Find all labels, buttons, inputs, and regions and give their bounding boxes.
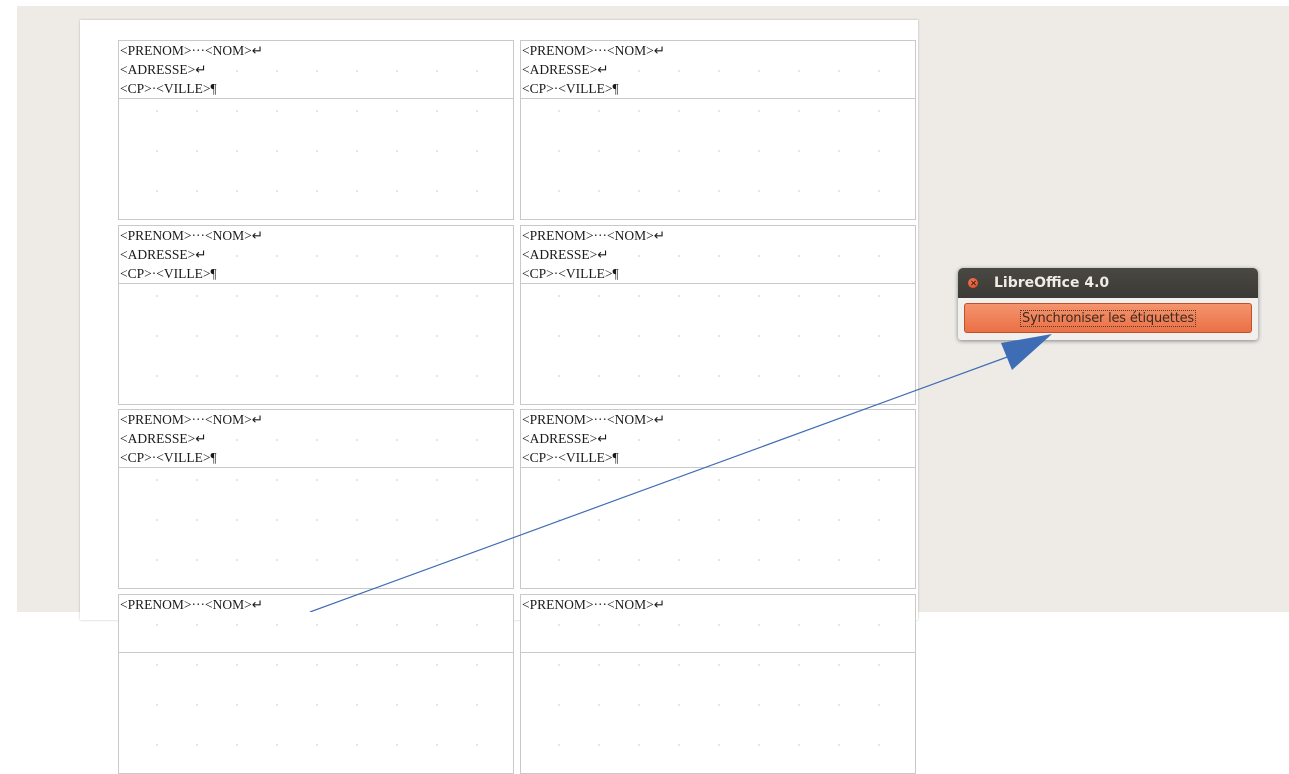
label-cell[interactable]: <PRENOM>···<NOM>↵ <ADRESSE>↵ <CP>·<VILLE…	[118, 40, 514, 220]
field-address: <ADRESSE>↵	[120, 247, 207, 262]
field-zip-city: <CP>·<VILLE>¶	[522, 81, 619, 96]
field-zip-city: <CP>·<VILLE>¶	[120, 266, 217, 281]
label-text-frame[interactable]: <PRENOM>···<NOM>↵	[119, 595, 513, 653]
field-address: <ADRESSE>↵	[522, 431, 609, 446]
field-address: <ADRESSE>↵	[120, 62, 207, 77]
label-text-frame[interactable]: <PRENOM>···<NOM>↵ <ADRESSE>↵ <CP>·<VILLE…	[119, 410, 513, 468]
field-name: <PRENOM>···<NOM>↵	[522, 43, 666, 58]
label-cell[interactable]: <PRENOM>···<NOM>↵ <ADRESSE>↵ <CP>·<VILLE…	[118, 225, 514, 405]
field-name: <PRENOM>···<NOM>↵	[120, 43, 264, 58]
label-cell[interactable]: <PRENOM>···<NOM>↵ <ADRESSE>↵ <CP>·<VILLE…	[520, 225, 916, 405]
field-address: <ADRESSE>↵	[522, 247, 609, 262]
label-cell[interactable]: <PRENOM>···<NOM>↵	[118, 594, 514, 774]
field-name: <PRENOM>···<NOM>↵	[522, 228, 666, 243]
field-address: <ADRESSE>↵	[522, 62, 609, 77]
label-text-frame[interactable]: <PRENOM>···<NOM>↵ <ADRESSE>↵ <CP>·<VILLE…	[119, 226, 513, 284]
label-text-frame[interactable]: <PRENOM>···<NOM>↵ <ADRESSE>↵ <CP>·<VILLE…	[119, 41, 513, 99]
sync-labels-dialog: LibreOffice 4.0 Synchroniser les étiquet…	[958, 268, 1258, 340]
label-text-frame[interactable]: <PRENOM>···<NOM>↵ <ADRESSE>↵ <CP>·<VILLE…	[521, 410, 915, 468]
field-zip-city: <CP>·<VILLE>¶	[522, 450, 619, 465]
field-zip-city: <CP>·<VILLE>¶	[120, 81, 217, 96]
field-name: <PRENOM>···<NOM>↵	[120, 228, 264, 243]
label-text-frame[interactable]: <PRENOM>···<NOM>↵	[521, 595, 915, 653]
field-address: <ADRESSE>↵	[120, 431, 207, 446]
label-cell[interactable]: <PRENOM>···<NOM>↵ <ADRESSE>↵ <CP>·<VILLE…	[520, 40, 916, 220]
dialog-title: LibreOffice 4.0	[994, 275, 1110, 291]
field-name: <PRENOM>···<NOM>↵	[120, 597, 264, 612]
close-icon[interactable]	[968, 278, 978, 288]
synchronize-labels-button-label: Synchroniser les étiquettes	[1020, 309, 1196, 327]
label-cell[interactable]: <PRENOM>···<NOM>↵	[520, 594, 916, 774]
label-cell[interactable]: <PRENOM>···<NOM>↵ <ADRESSE>↵ <CP>·<VILLE…	[118, 409, 514, 589]
field-name: <PRENOM>···<NOM>↵	[522, 597, 666, 612]
field-zip-city: <CP>·<VILLE>¶	[120, 450, 217, 465]
field-name: <PRENOM>···<NOM>↵	[522, 412, 666, 427]
dialog-titlebar[interactable]: LibreOffice 4.0	[958, 268, 1258, 298]
field-zip-city: <CP>·<VILLE>¶	[522, 266, 619, 281]
synchronize-labels-button[interactable]: Synchroniser les étiquettes	[964, 303, 1252, 333]
label-text-frame[interactable]: <PRENOM>···<NOM>↵ <ADRESSE>↵ <CP>·<VILLE…	[521, 41, 915, 99]
label-cell[interactable]: <PRENOM>···<NOM>↵ <ADRESSE>↵ <CP>·<VILLE…	[520, 409, 916, 589]
field-name: <PRENOM>···<NOM>↵	[120, 412, 264, 427]
label-text-frame[interactable]: <PRENOM>···<NOM>↵ <ADRESSE>↵ <CP>·<VILLE…	[521, 226, 915, 284]
